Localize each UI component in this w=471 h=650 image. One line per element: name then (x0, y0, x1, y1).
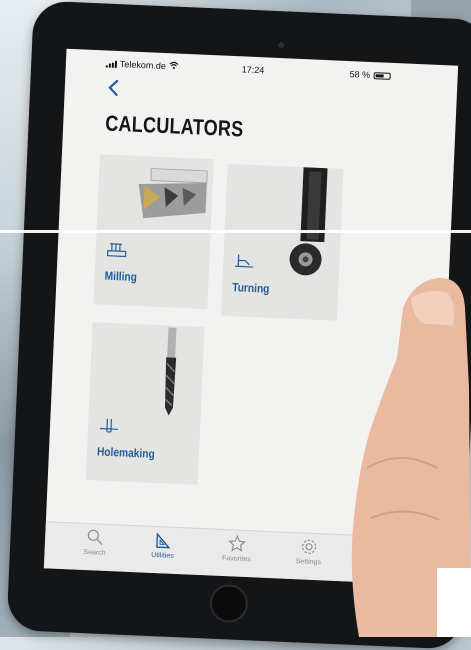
light-reflection (0, 230, 471, 233)
tab-utilities[interactable]: Utilities (132, 530, 193, 561)
battery-percent: 58 % (349, 69, 371, 80)
wifi-icon (169, 61, 179, 71)
battery-icon (373, 71, 391, 80)
tab-settings[interactable]: Settings (278, 536, 339, 567)
status-time: 17:24 (241, 64, 265, 76)
turning-label: Turning (231, 280, 270, 296)
holemaking-tile[interactable]: Holemaking (85, 322, 205, 485)
tab-search-label: Search (83, 548, 106, 557)
holding-hand (341, 268, 471, 637)
tab-utilities-label: Utilities (151, 551, 174, 560)
front-camera (278, 42, 285, 49)
home-button[interactable] (208, 582, 250, 625)
page-title: CALCULATORS (104, 110, 245, 142)
milling-cutter-image (129, 166, 209, 225)
drill-image (157, 327, 185, 418)
carrier-info: Telekom.de (105, 58, 179, 72)
turning-icon (233, 252, 256, 271)
tab-search[interactable]: Search (64, 527, 125, 558)
milling-label: Milling (104, 268, 138, 284)
holemaking-label: Holemaking (96, 444, 156, 461)
search-icon (87, 529, 103, 546)
star-icon (228, 534, 246, 552)
gear-icon (301, 539, 317, 554)
tab-favorites-label: Favorites (221, 554, 251, 564)
holemaking-icon (98, 416, 121, 435)
carrier-name: Telekom.de (119, 59, 167, 72)
tab-settings-label: Settings (295, 558, 322, 567)
turning-tool-image (282, 166, 341, 288)
utilities-icon (156, 532, 171, 549)
battery-status: 58 % (349, 69, 391, 81)
back-chevron-icon[interactable] (106, 79, 121, 98)
signal-icon (105, 60, 118, 68)
tab-favorites[interactable]: Favorites (206, 533, 267, 564)
milling-icon (105, 241, 128, 260)
turning-tile[interactable]: Turning (221, 163, 344, 321)
